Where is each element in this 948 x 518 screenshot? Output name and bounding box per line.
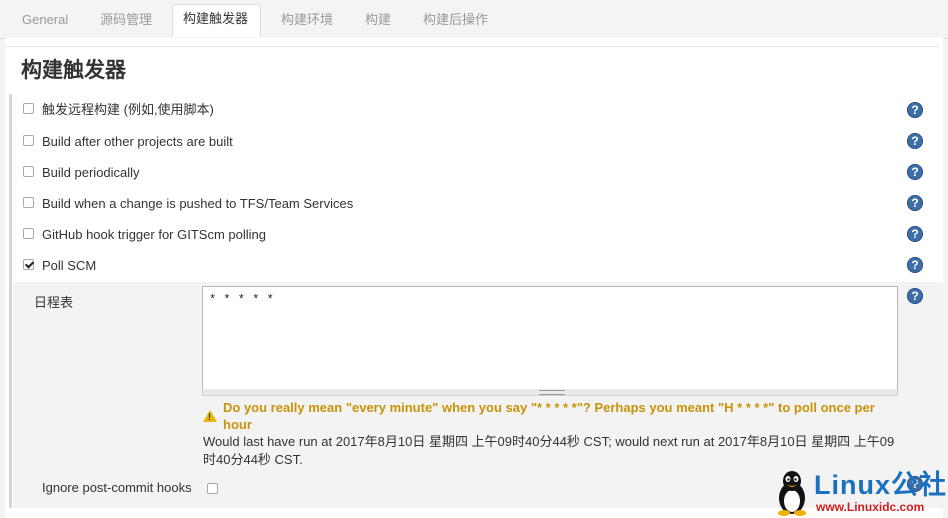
- tab-build-environment[interactable]: 构建环境: [271, 6, 343, 36]
- help-icon[interactable]: ?: [907, 102, 923, 118]
- trigger-github-hook-checkbox[interactable]: [23, 228, 34, 239]
- warning-icon: !: [203, 410, 217, 422]
- help-icon[interactable]: ?: [907, 288, 923, 304]
- trigger-poll-scm-checkbox[interactable]: [23, 259, 34, 270]
- trigger-after-other-projects-label: Build after other projects are built: [42, 134, 233, 149]
- trigger-after-other-projects-checkbox[interactable]: [23, 135, 34, 146]
- ignore-post-commit-hooks-label: Ignore post-commit hooks: [42, 480, 192, 495]
- trigger-tfs-push-checkbox[interactable]: [23, 197, 34, 208]
- trigger-tfs-push-label: Build when a change is pushed to TFS/Tea…: [42, 196, 354, 211]
- trigger-remote-build-checkbox[interactable]: [23, 103, 34, 114]
- ignore-post-commit-hooks-checkbox[interactable]: [207, 483, 218, 494]
- schedule-label: 日程表: [34, 295, 74, 310]
- tab-general[interactable]: General: [12, 6, 78, 36]
- tab-build[interactable]: 构建: [355, 6, 401, 36]
- section-indent-bar: [9, 94, 12, 508]
- tab-post-build-actions[interactable]: 构建后操作: [413, 6, 498, 36]
- tab-source-control[interactable]: 源码管理: [90, 6, 162, 36]
- help-icon[interactable]: ?: [907, 133, 923, 149]
- trigger-github-hook-label: GitHub hook trigger for GITScm polling: [42, 227, 266, 242]
- tab-build-triggers[interactable]: 构建触发器: [172, 4, 261, 37]
- help-icon[interactable]: ?: [907, 195, 923, 211]
- trigger-remote-build-label: 触发远程构建 (例如,使用脚本): [42, 102, 214, 117]
- help-icon[interactable]: ?: [907, 226, 923, 242]
- build-triggers-panel: 构建触发器 触发远程构建 (例如,使用脚本) ? Build after oth…: [5, 38, 943, 518]
- tab-bar: General 源码管理 构建触发器 构建环境 构建 构建后操作: [0, 0, 948, 39]
- help-icon[interactable]: ?: [907, 164, 923, 180]
- schedule-textarea[interactable]: [202, 286, 898, 390]
- watermark-text: Linux公社: [814, 470, 947, 500]
- help-icon[interactable]: ?: [907, 257, 923, 273]
- warning-glyph: !: [208, 412, 211, 422]
- trigger-poll-scm-label: Poll SCM: [42, 258, 97, 273]
- tux-penguin-icon: [778, 471, 806, 516]
- resize-grip-icon: [539, 390, 565, 395]
- schedule-run-info: Would last have run at 2017年8月10日 星期四 上午…: [203, 434, 895, 467]
- trigger-build-periodically-checkbox[interactable]: [23, 166, 34, 177]
- textarea-resize-handle[interactable]: [202, 389, 898, 396]
- section-title: 构建触发器: [21, 59, 126, 82]
- watermark-url: www.Linuxidc.com: [816, 500, 925, 514]
- trigger-build-periodically-label: Build periodically: [42, 165, 140, 180]
- watermark-logo: Linux公社 www.Linuxidc.com: [772, 468, 948, 518]
- divider: [5, 46, 938, 47]
- schedule-warning: Do you really mean "every minute" when y…: [223, 400, 875, 432]
